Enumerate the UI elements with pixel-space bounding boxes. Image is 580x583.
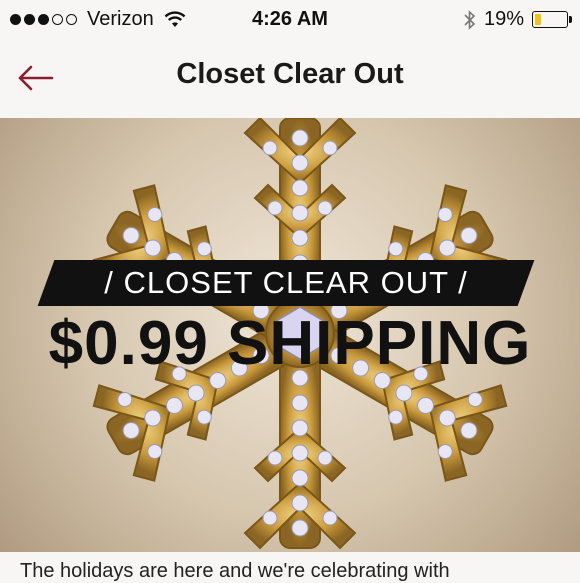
battery-fill [535,14,541,25]
status-right: 19% [464,8,572,31]
status-bar: Verizon 4:26 AM 19% [0,0,580,38]
promo-image: / CLOSET CLEAR OUT / $0.99 SHIPPING [0,118,580,552]
battery-icon [532,11,572,28]
bluetooth-icon [464,9,476,30]
promo-headline: $0.99 SHIPPING [48,309,532,378]
battery-percent: 19% [483,8,524,30]
page-title: Closet Clear Out [176,58,404,90]
banner-text: / CLOSET CLEAR OUT / [104,265,468,300]
navigation-bar: Closet Clear Out [0,38,580,119]
